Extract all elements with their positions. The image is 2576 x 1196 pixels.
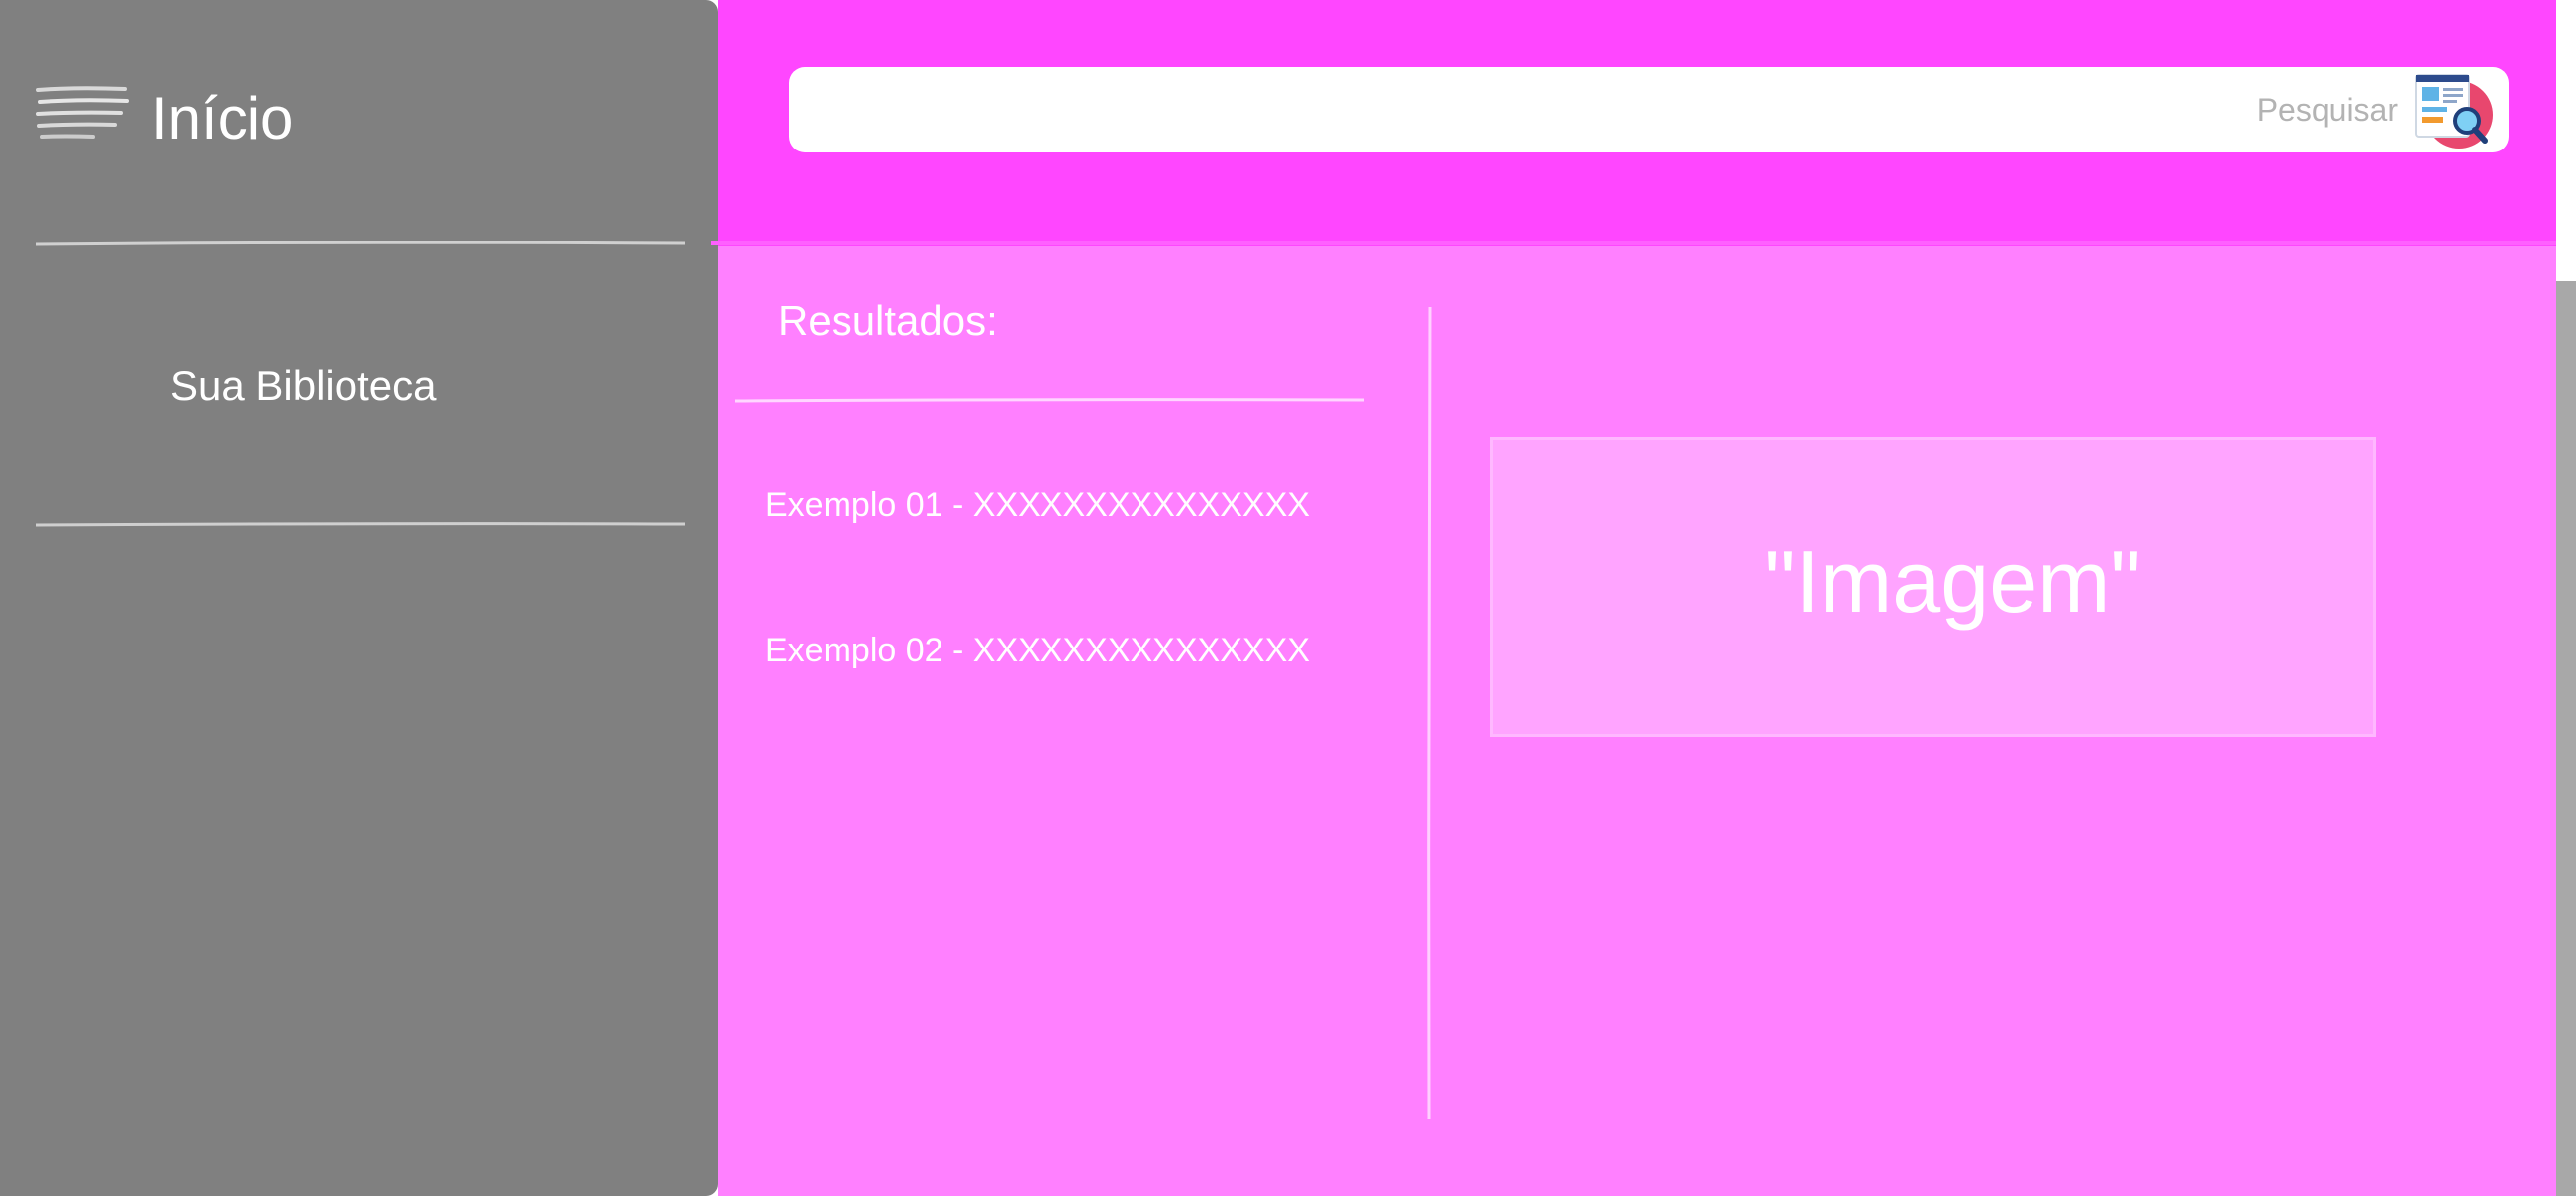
result-item[interactable]: Exemplo 02 - XXXXXXXXXXXXXXX <box>765 628 1310 673</box>
result-item[interactable]: Exemplo 01 - XXXXXXXXXXXXXXX <box>765 482 1310 528</box>
app-window: Início Sua Biblioteca Pesquisar Resultad… <box>0 0 2576 1196</box>
header-divider <box>711 241 2556 245</box>
search-input[interactable]: Pesquisar <box>789 67 2509 152</box>
sidebar: Início Sua Biblioteca <box>0 0 718 1196</box>
hamburger-menu-icon[interactable] <box>36 85 129 141</box>
search-document-icon[interactable] <box>2414 71 2495 150</box>
scrollbar[interactable] <box>2556 281 2576 1196</box>
sidebar-title: Início <box>151 85 294 151</box>
sidebar-divider <box>36 522 685 527</box>
results-heading: Resultados: <box>778 297 998 344</box>
image-placeholder-label: "Imagem" <box>1764 533 2141 631</box>
search-placeholder: Pesquisar <box>2256 92 2398 128</box>
column-divider <box>1427 307 1432 1119</box>
sidebar-item-library[interactable]: Sua Biblioteca <box>170 358 437 414</box>
image-placeholder: "Imagem" <box>1490 437 2376 737</box>
sidebar-divider <box>36 241 685 246</box>
results-divider <box>735 398 1364 403</box>
